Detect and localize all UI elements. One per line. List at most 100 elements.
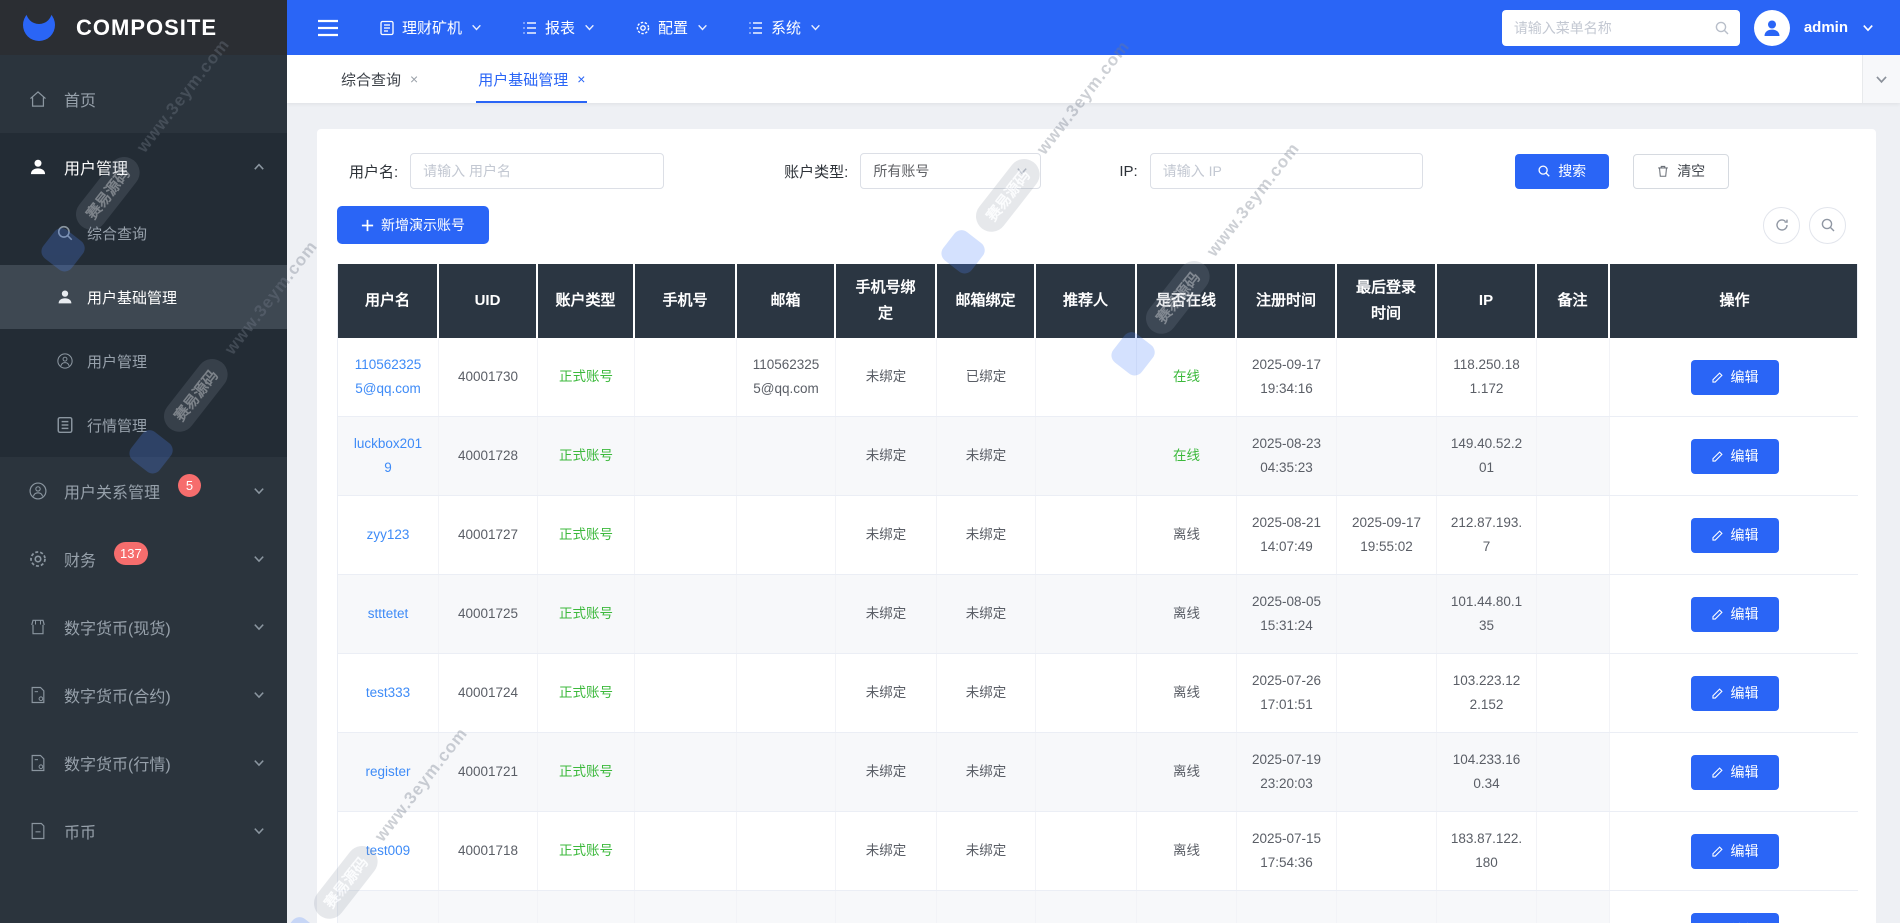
refresh-button[interactable] (1763, 206, 1800, 244)
chevron-down-icon[interactable] (1862, 22, 1874, 34)
cell-username[interactable]: test009 (338, 812, 439, 890)
cell-ip: 183.87.122.180 (1437, 812, 1537, 890)
cell-reg_time: 2025-08-21 14:07:49 (1237, 496, 1337, 574)
sidebar-item-crypto-contract[interactable]: 数字货币(合约) (0, 661, 287, 729)
cell-email (737, 417, 836, 495)
column-search-button[interactable] (1809, 206, 1846, 244)
cell-reg_time: 2025-09-17 19:34:16 (1237, 338, 1337, 416)
edit-button[interactable]: 编辑 (1690, 596, 1779, 632)
avatar[interactable] (1753, 9, 1790, 46)
edit-button-label: 编辑 (1730, 369, 1759, 385)
sidebar-item-crypto-spot[interactable]: 数字货币(现货) (0, 593, 287, 661)
account-type-select[interactable]: 所有账号 (860, 153, 1042, 189)
user-circle-icon (56, 352, 74, 370)
cell-phone_bind (836, 891, 937, 923)
logo: COMPOSITE (0, 0, 287, 55)
edit-button[interactable]: 编辑 (1690, 438, 1779, 474)
cell-last_login: 2025-09-17 19:55:02 (1337, 496, 1437, 574)
cell-username[interactable]: test333 (338, 654, 439, 732)
edit-button-label: 编辑 (1730, 685, 1759, 701)
ip-input[interactable] (1149, 153, 1423, 189)
chevron-down-icon (585, 24, 594, 31)
sidebar-item-label: 财务 (64, 553, 97, 570)
sidebar-item-market-management[interactable]: 行情管理 (0, 393, 287, 457)
tabs-dropdown-button[interactable] (1862, 55, 1900, 103)
cell-account_type: 正式账号 (538, 733, 635, 811)
cell-last_login (1337, 812, 1437, 890)
cell-note (1537, 575, 1610, 653)
col-header-reg-time: 注册时间 (1237, 264, 1337, 338)
sidebar-item-coin-coin[interactable]: 币币 (0, 797, 287, 865)
cell-username[interactable]: zyy123 (338, 496, 439, 574)
cell-username[interactable]: 1105623255@qq.com (338, 338, 439, 416)
table-row: test009 40001718 正式账号 未绑定 未绑定 离线 2025-07-15 17… (338, 812, 1859, 891)
add-button-label: 新增演示账号 (381, 217, 465, 233)
pencil-icon (1711, 529, 1723, 541)
cell-phone_bind: 未绑定 (836, 338, 937, 416)
top-nav: 理财矿机 报表 配置 系统 请输入菜单名称 admin (287, 9, 1900, 46)
cell-phone_bind: 未绑定 (836, 496, 937, 574)
nav-label: 系统 (771, 20, 802, 37)
cell-note (1537, 812, 1610, 890)
col-header-username: 用户名 (338, 264, 439, 338)
sidebar-item-user-base-management[interactable]: 用户基础管理 (0, 265, 287, 329)
menu-search-input[interactable] (1511, 18, 1714, 37)
sidebar-item-user-management[interactable]: 用户管理 (0, 133, 287, 201)
edit-button[interactable]: 编辑 (1690, 675, 1779, 711)
nav-reports[interactable]: 报表 (522, 17, 595, 38)
clear-button[interactable]: 清空 (1632, 153, 1729, 189)
chevron-down-icon (811, 24, 820, 31)
cell-online: 离线 (1137, 733, 1237, 811)
sidebar-item-user-mgmt[interactable]: 用户管理 (0, 329, 287, 393)
col-header-phone: 手机号 (635, 264, 737, 338)
tab-user-base-management[interactable]: 用户基础管理 × (476, 55, 588, 103)
nav-finance-miner[interactable]: 理财矿机 (379, 17, 482, 38)
tab-composite-query[interactable]: 综合查询 × (339, 55, 420, 103)
pencil-icon (1711, 766, 1723, 778)
cell-email_bind (937, 891, 1036, 923)
sidebar-item-user-relations[interactable]: 用户关系管理 5 (0, 457, 287, 525)
nav-system[interactable]: 系统 (748, 17, 821, 38)
sidebar-item-crypto-quotes[interactable]: 数字货币(行情) (0, 729, 287, 797)
search-button-label: 搜索 (1558, 163, 1587, 179)
cell-actions: 编辑 (1610, 338, 1859, 416)
edit-button[interactable]: 编辑 (1690, 359, 1779, 395)
col-header-last-login: 最后登录时间 (1337, 264, 1437, 338)
users-icon (28, 157, 48, 177)
cell-username[interactable]: stttetet (338, 575, 439, 653)
cell-phone (635, 733, 737, 811)
cell-online: 在线 (1137, 338, 1237, 416)
sidebar-item-composite-query[interactable]: 综合查询 (0, 201, 287, 265)
cell-email_bind: 未绑定 (937, 496, 1036, 574)
sidebar-item-home[interactable]: 首页 (0, 65, 287, 133)
add-demo-account-button[interactable]: 新增演示账号 (337, 206, 489, 244)
cell-username[interactable]: register (338, 733, 439, 811)
edit-button[interactable]: 编辑 (1690, 912, 1779, 923)
user-icon (56, 288, 74, 306)
cell-last_login (1337, 654, 1437, 732)
cell-phone (635, 417, 737, 495)
refresh-icon (1775, 219, 1788, 231)
cell-email_bind: 未绑定 (937, 812, 1036, 890)
list-icon (749, 21, 763, 34)
user-name[interactable]: admin (1804, 19, 1848, 36)
chevron-down-icon (254, 624, 264, 631)
search-icon[interactable] (1714, 20, 1730, 36)
close-icon[interactable]: × (410, 71, 418, 87)
sidebar-item-label: 用户管理 (64, 161, 129, 178)
cell-referrer (1036, 812, 1137, 890)
edit-button[interactable]: 编辑 (1690, 833, 1779, 869)
edit-button[interactable]: 编辑 (1690, 517, 1779, 553)
username-input[interactable] (410, 153, 665, 189)
cell-referrer (1036, 575, 1137, 653)
close-icon[interactable]: × (577, 71, 585, 87)
nav-settings[interactable]: 配置 (635, 17, 708, 38)
sidebar-item-finance[interactable]: 财务 137 (0, 525, 287, 593)
search-button[interactable]: 搜索 (1514, 153, 1609, 189)
edit-button[interactable]: 编辑 (1690, 754, 1779, 790)
hamburger-menu-icon[interactable] (317, 19, 339, 37)
cell-reg_time: 2025-08-23 04:35:23 (1237, 417, 1337, 495)
notification-badge: 5 (178, 473, 202, 497)
cell-referrer (1036, 496, 1137, 574)
cell-username[interactable]: luckbox2019 (338, 417, 439, 495)
